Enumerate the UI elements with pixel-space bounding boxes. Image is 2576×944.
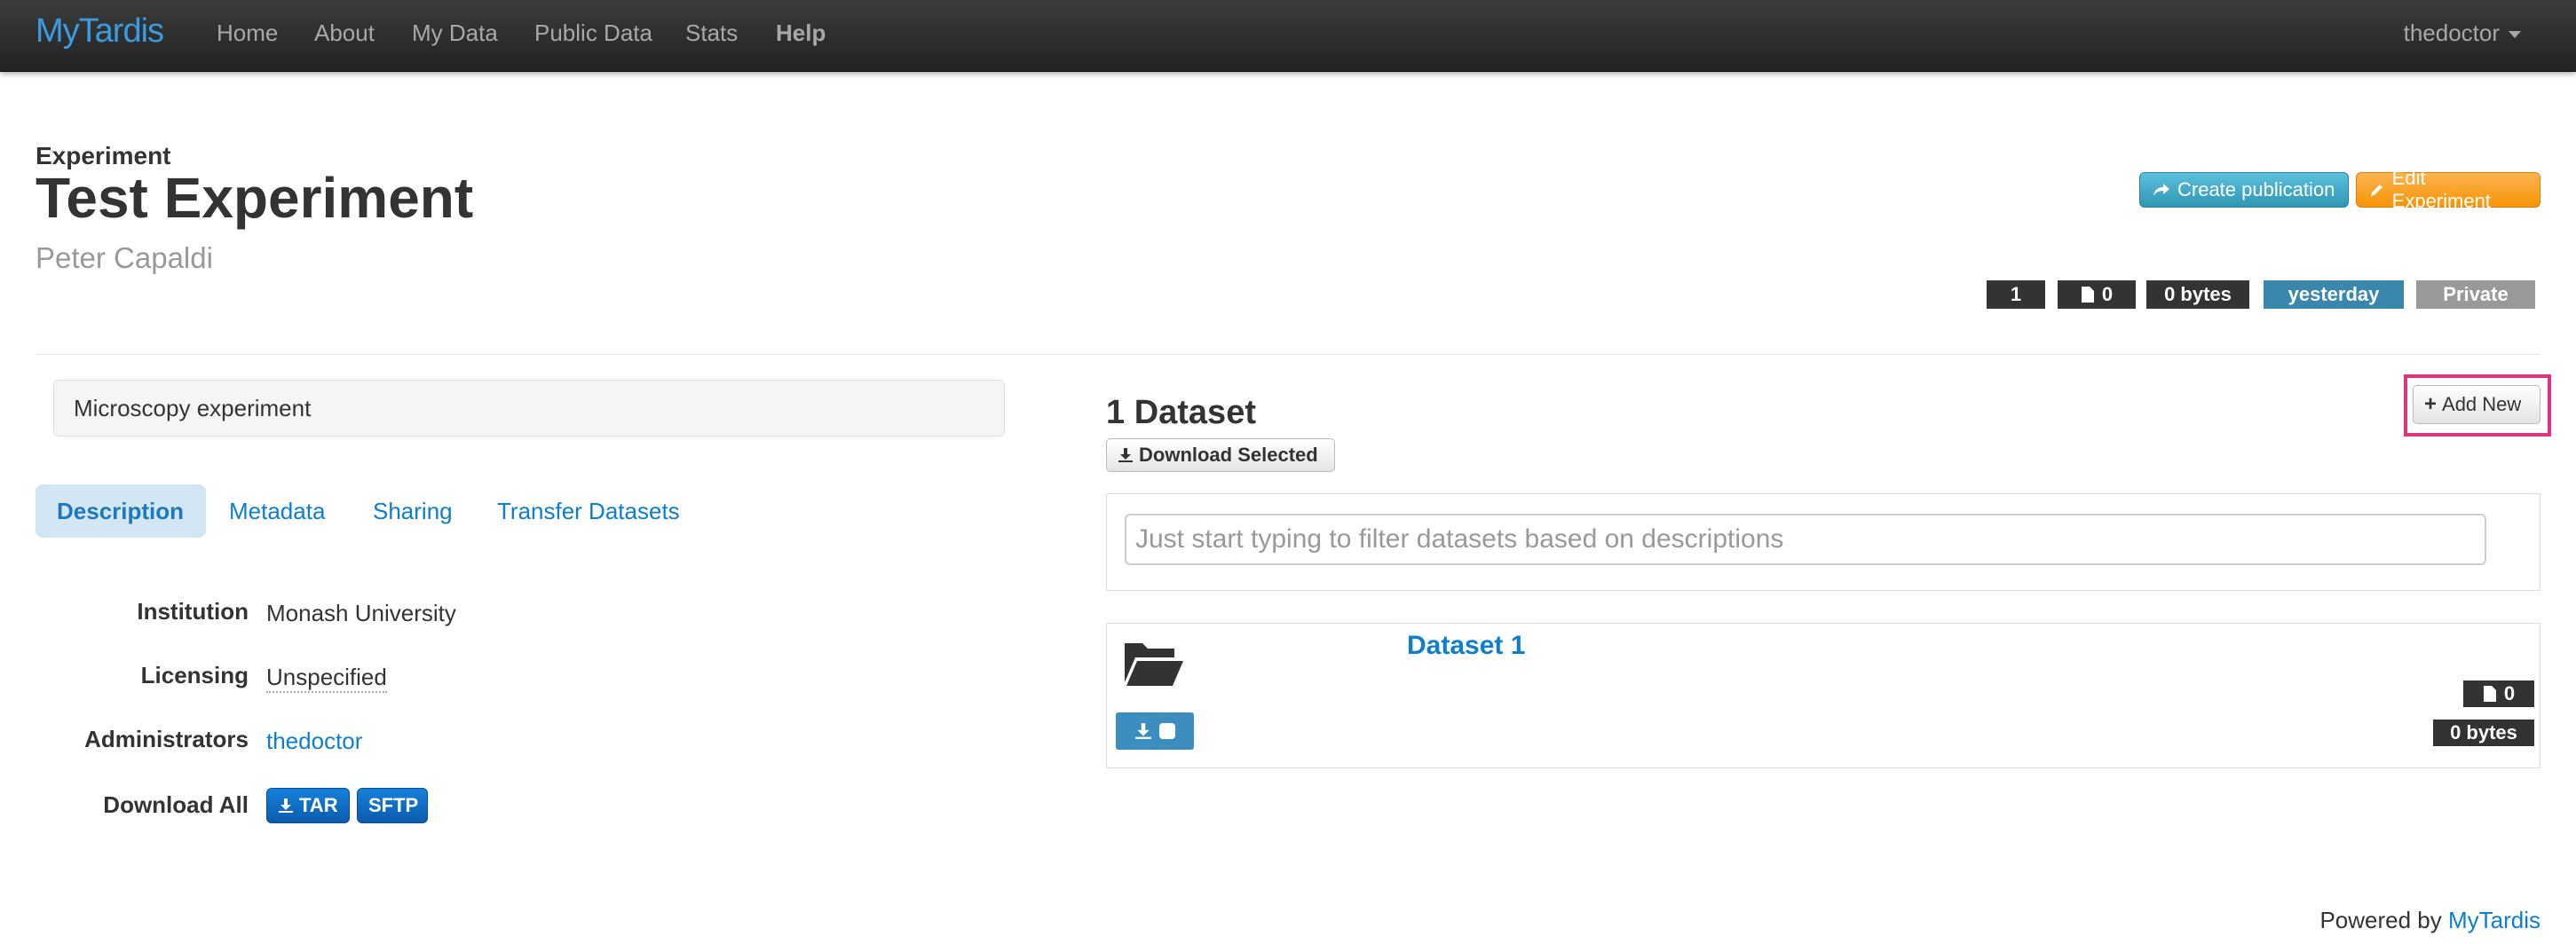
- plus-icon: +: [2424, 392, 2438, 416]
- tab-metadata[interactable]: Metadata: [229, 484, 325, 538]
- user-name: thedoctor: [2403, 20, 2500, 46]
- administrator-link[interactable]: thedoctor: [266, 728, 362, 755]
- institution-label: Institution: [137, 598, 249, 625]
- size-badge: 0 bytes: [2146, 280, 2249, 309]
- edit-experiment-label: Edit Experiment: [2391, 167, 2491, 212]
- create-publication-label: Create publication: [2177, 178, 2335, 201]
- datasets-heading: 1 Dataset: [1106, 394, 1256, 431]
- nav-stats[interactable]: Stats: [685, 20, 738, 47]
- nav-public-data[interactable]: Public Data: [534, 20, 652, 47]
- dataset-count-badge: 1: [1987, 280, 2045, 309]
- add-new-label: Add New: [2442, 393, 2522, 415]
- page-title: Test Experiment: [36, 166, 474, 230]
- file-count: 0: [2101, 283, 2114, 305]
- tar-label: TAR: [299, 794, 338, 816]
- date-value: yesterday: [2288, 283, 2380, 305]
- dataset-filter-input[interactable]: [1125, 514, 2486, 565]
- licensing-label: Licensing: [140, 662, 249, 688]
- download-all-label: Download All: [103, 791, 249, 818]
- create-publication-button[interactable]: Create publication: [2139, 172, 2349, 208]
- brand-logo[interactable]: MyTardis: [36, 12, 164, 51]
- dataset-filter-panel: [1106, 493, 2540, 591]
- tab-transfer-datasets[interactable]: Transfer Datasets: [497, 484, 680, 538]
- dataset-item: Dataset 1 0 0 bytes: [1106, 623, 2540, 768]
- file-icon: [2081, 287, 2094, 303]
- download-tar-button[interactable]: TAR: [266, 788, 350, 823]
- folder-open-icon: [1125, 643, 1183, 686]
- dataset-size-badge: 0 bytes: [2433, 720, 2534, 746]
- tab-description[interactable]: Description: [36, 484, 206, 538]
- experiment-description: Microscopy experiment: [53, 380, 1005, 437]
- edit-experiment-button[interactable]: Edit Experiment: [2356, 167, 2540, 212]
- caret-down-icon: [2509, 31, 2521, 39]
- nav-home[interactable]: Home: [217, 20, 278, 47]
- dataset-link[interactable]: Dataset 1: [1407, 631, 1525, 661]
- footer-text: Powered by: [2319, 907, 2448, 933]
- visibility-value: Private: [2443, 283, 2509, 305]
- dataset-file-count: 0: [2503, 682, 2516, 704]
- download-icon: [279, 798, 293, 813]
- administrators-label: Administrators: [84, 726, 249, 752]
- file-count-badge: 0: [2058, 280, 2136, 309]
- date-badge: yesterday: [2264, 280, 2404, 309]
- size-value: 0 bytes: [2164, 283, 2232, 305]
- tab-sharing[interactable]: Sharing: [373, 484, 453, 538]
- pencil-icon: [2370, 185, 2382, 196]
- top-navbar: MyTardis Home About My Data Public Data …: [0, 0, 2576, 72]
- header-divider: [36, 354, 2540, 355]
- file-icon: [2483, 686, 2496, 702]
- download-sftp-button[interactable]: SFTP: [357, 788, 428, 823]
- nav-about[interactable]: About: [314, 20, 375, 47]
- visibility-badge: Private: [2416, 280, 2535, 309]
- experiment-stats: 1 0 0 bytes yesterday Private: [0, 280, 2576, 309]
- dataset-download-select[interactable]: [1116, 712, 1194, 750]
- download-icon: [1118, 448, 1133, 462]
- footer-mytardis-link[interactable]: MyTardis: [2448, 907, 2540, 933]
- footer: Powered by MyTardis: [2319, 907, 2540, 934]
- download-selected-label: Download Selected: [1139, 444, 1318, 466]
- sftp-label: SFTP: [368, 794, 419, 816]
- dataset-checkbox[interactable]: [1159, 723, 1175, 739]
- licensing-value[interactable]: Unspecified: [266, 664, 387, 693]
- dataset-count: 1: [2010, 283, 2022, 305]
- nav-help[interactable]: Help: [776, 20, 826, 47]
- share-icon: [2153, 184, 2169, 196]
- institution-value: Monash University: [266, 600, 456, 626]
- nav-my-data[interactable]: My Data: [412, 20, 498, 47]
- dataset-file-count-badge: 0: [2463, 680, 2534, 707]
- add-new-button[interactable]: + Add New: [2413, 385, 2540, 424]
- download-selected-button[interactable]: Download Selected: [1106, 438, 1335, 472]
- download-icon: [1135, 723, 1151, 739]
- dataset-size: 0 bytes: [2450, 721, 2517, 743]
- experiment-author: Peter Capaldi: [36, 241, 213, 274]
- user-menu[interactable]: thedoctor: [2404, 20, 2521, 47]
